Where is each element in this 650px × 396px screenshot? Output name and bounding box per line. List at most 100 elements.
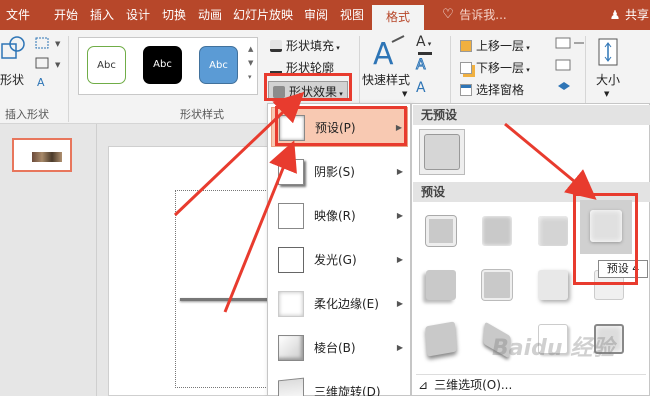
menu-item-label: 发光(G) [314,253,357,267]
lightbulb-icon: ♡ [442,7,454,22]
ribbon-tab-bar: 文件 开始 插入 设计 切换 动画 幻灯片放映 审阅 视图 格式 ♡ 告诉我..… [0,0,650,30]
tab-animations[interactable]: 动画 [194,0,226,30]
shapes-button[interactable]: 形状 [0,70,24,90]
menu-item-3d-rotation[interactable]: 三维旋转(D) [271,372,408,396]
preset-1[interactable] [418,208,464,254]
selection-pane-label: 选择窗格 [476,83,525,97]
text-fill-color-bar [418,52,432,55]
3d-options-item[interactable]: ⊿ 三维选项(O)... [418,377,512,393]
gallery-scroll-icons[interactable]: ▲ ▼ ▾ [248,42,253,84]
tab-review[interactable]: 审阅 [300,0,332,30]
selected-shape-line[interactable] [180,298,270,301]
tab-home[interactable]: 开始 [50,0,82,30]
shape-style-white[interactable]: Abc [87,46,126,84]
chevron-right-icon: ▶ [396,211,403,220]
preset-2[interactable] [474,208,520,254]
annotation-box-preset-4 [573,193,638,285]
tab-view[interactable]: 视图 [336,0,368,30]
edit-shape-icons[interactable]: A [34,36,54,96]
shape-style-blue[interactable]: Abc [199,46,238,84]
tab-transitions[interactable]: 切换 [158,0,190,30]
tell-me-box[interactable]: 告诉我... [456,0,510,30]
size-button[interactable]: 大小 [596,70,620,90]
preset-swatch [425,321,457,357]
send-backward-icon [460,62,472,74]
chevron-right-icon: ▶ [396,299,403,308]
selection-pane-icon [460,84,472,96]
watermark-logo: Baidu 经验 [492,336,615,361]
group-label-shape-styles: 形状样式 [180,108,224,121]
menu-item-label: 三维旋转(D) [314,385,381,396]
preset-3[interactable] [530,208,576,254]
annotation-box-effects [264,73,352,101]
arrange-icons[interactable] [550,36,590,98]
svg-text:A: A [373,37,394,72]
quick-styles-button[interactable]: 快速样式 [362,70,410,90]
share-button[interactable]: 共享 [624,0,650,30]
preset-swatch [424,134,460,170]
slide-thumbnail[interactable] [12,138,72,172]
shadow-icon [278,159,304,185]
shapes-icon [1,36,25,59]
preset-swatch [426,216,456,246]
menu-item-shadow[interactable]: 阴影(S) ▶ [271,152,408,192]
annotation-box-preset [275,106,407,146]
shape-fill-button[interactable]: 形状填充 ▾ [270,36,340,56]
size-icon [598,38,618,66]
thumbnail-image [32,152,62,162]
menu-item-label: 柔化边缘(E) [314,297,379,311]
preset-swatch [482,216,512,246]
glow-icon [278,247,304,273]
text-effects-glyph: A [416,80,426,96]
menu-item-label: 映像(R) [314,209,356,223]
preset-9[interactable] [418,316,464,362]
menu-item-soft-edges[interactable]: 柔化边缘(E) ▶ [271,284,408,324]
text-fill-button[interactable]: A ▾ [416,34,431,50]
chevron-right-icon: ▶ [396,343,403,352]
3d-options-icon: ⊿ [418,378,429,392]
selection-pane-button[interactable]: 选择窗格 [460,80,524,100]
placeholder-outline[interactable] [175,190,270,388]
preset-6[interactable] [474,262,520,308]
preset-5[interactable] [418,262,464,308]
send-backward-button[interactable]: 下移一层 ▾ [460,58,530,78]
bring-forward-icon [460,40,472,52]
shape-style-black[interactable]: Abc [143,46,182,84]
bring-forward-button[interactable]: 上移一层 ▾ [460,36,530,56]
send-backward-label: 下移一层 [476,61,525,75]
dropdown-arrow-icon: ▼ [402,90,408,98]
submenu-divider [416,374,646,375]
tab-design[interactable]: 设计 [122,0,154,30]
chevron-right-icon: ▶ [396,167,403,176]
quick-styles-icon: A [373,35,405,72]
reflection-icon [278,203,304,229]
preset-swatch [538,270,568,300]
slide-thumbnail-panel [0,124,97,396]
dropdown-arrow-icon: ▼ [55,61,61,69]
chevron-right-icon: ▶ [396,255,403,264]
svg-text:A: A [37,76,45,89]
menu-item-glow[interactable]: 发光(G) ▶ [271,240,408,280]
tab-file[interactable]: 文件 [0,0,36,30]
tab-slideshow[interactable]: 幻灯片放映 [230,0,296,30]
tab-insert[interactable]: 插入 [86,0,118,30]
group-separator [68,36,69,122]
preset-none[interactable] [419,129,465,175]
no-preset-header: 无预设 [413,105,650,125]
bevel-icon [278,335,304,361]
menu-item-bevel[interactable]: 棱台(B) ▶ [271,328,408,368]
dropdown-arrow-icon: ▼ [55,40,61,48]
group-label-insert-shape: 插入形状 [5,108,49,121]
shape-effects-menu: 预设(P) ▶ 阴影(S) ▶ 映像(R) ▶ 发光(G) ▶ 柔化边缘(E) … [267,103,411,396]
preset-7[interactable] [530,262,576,308]
preset-swatch [482,270,512,300]
menu-item-label: 棱台(B) [314,341,356,355]
bring-forward-label: 上移一层 [476,39,525,53]
paint-bucket-icon [270,40,282,52]
3d-options-label: 三维选项(O)... [434,378,513,392]
tab-format[interactable]: 格式 [372,5,424,30]
preset-swatch [538,216,568,246]
menu-item-reflection[interactable]: 映像(R) ▶ [271,196,408,236]
text-effects-button[interactable]: A [416,80,426,96]
text-outline-button[interactable]: A [416,57,427,74]
